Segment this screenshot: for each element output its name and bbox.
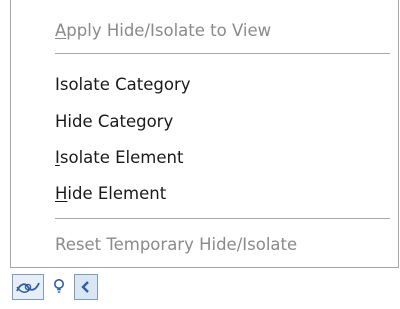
menu-item-reset-temporary-hide-isolate: Reset Temporary Hide/Isolate xyxy=(55,232,297,258)
menu-item-isolate-category[interactable]: Isolate Category xyxy=(55,72,191,98)
menu-item-label: Reset Temporary Hide/Isolate xyxy=(55,235,298,254)
menu-item-label-suffix: solate Element xyxy=(59,148,184,167)
menu-item-apply-hide-isolate-to-view: Apply Hide/Isolate to View xyxy=(55,18,271,44)
menu-item-isolate-element[interactable]: Isolate Element xyxy=(55,145,183,171)
menu-item-hide-element[interactable]: Hide Element xyxy=(55,181,166,207)
context-menu: Apply Hide/Isolate to View Isolate Categ… xyxy=(10,0,399,268)
view-controls xyxy=(12,274,140,302)
view-control-bar xyxy=(0,268,400,309)
temporary-hide-isolate-icon xyxy=(16,282,40,293)
viewport: Apply Hide/Isolate to View Isolate Categ… xyxy=(0,0,400,309)
menu-item-label-suffix: ide Element xyxy=(67,184,167,203)
menu-item-mnemonic: H xyxy=(55,184,68,203)
collapse-button[interactable] xyxy=(74,274,98,300)
menu-item-hide-category[interactable]: Hide Category xyxy=(55,109,173,135)
reveal-hidden-elements-button[interactable] xyxy=(48,274,70,300)
menu-separator xyxy=(55,53,390,54)
menu-item-label-suffix: pply Hide/Isolate to View xyxy=(66,21,272,40)
collapse-arrow-icon xyxy=(81,281,89,293)
menu-item-mnemonic: A xyxy=(55,21,67,40)
temporary-hide-isolate-button[interactable] xyxy=(12,274,44,300)
menu-item-label: Hide Category xyxy=(55,112,174,131)
menu-item-label: Isolate Category xyxy=(55,75,191,94)
lightbulb-icon xyxy=(54,279,64,293)
menu-separator xyxy=(55,218,390,219)
